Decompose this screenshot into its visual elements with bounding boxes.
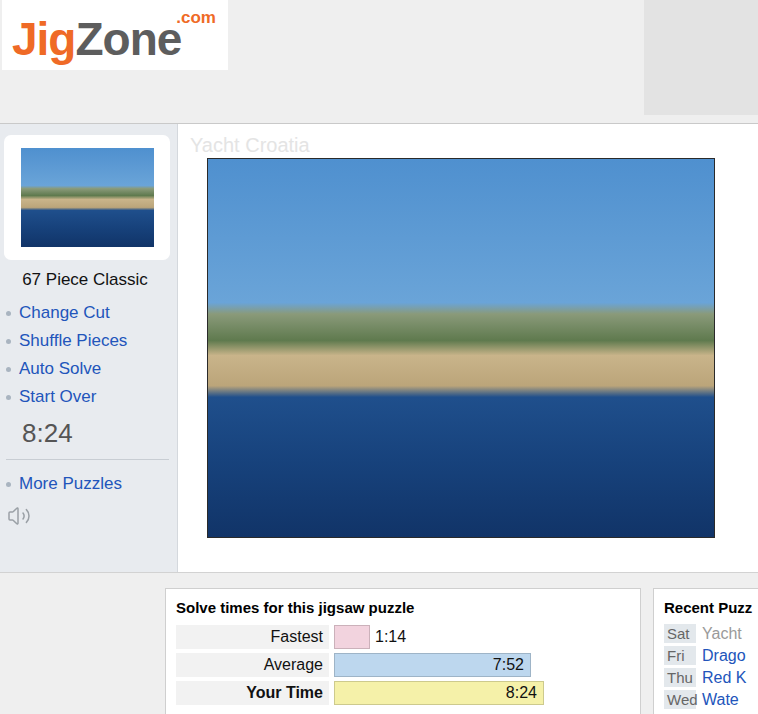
solve-time-row: Fastest 1:14 [176, 625, 630, 649]
time-bar: 7:52 [334, 653, 531, 677]
puzzle-image[interactable] [207, 158, 715, 538]
bullet [6, 395, 11, 400]
recent-title: Recent Puzz [664, 599, 758, 616]
solve-time-label: Your Time [176, 681, 329, 705]
logo-zone: Zone [75, 16, 181, 62]
recent-name[interactable]: Yacht [702, 625, 742, 643]
bar-track: 7:52 [334, 653, 546, 677]
time-value: 7:52 [493, 656, 524, 674]
time-value: 1:14 [375, 628, 406, 646]
action-item[interactable]: Auto Solve [6, 359, 177, 379]
header: JigZone.com [0, 0, 758, 124]
solve-time-row: Average 7:52 [176, 653, 630, 677]
puzzle-area: Yacht Croatia [178, 124, 758, 572]
recent-item[interactable]: Sat Yacht [664, 624, 758, 643]
solve-times-title: Solve times for this jigsaw puzzle [176, 599, 630, 616]
recent-item[interactable]: Thu Red K [664, 668, 758, 687]
action-link[interactable]: Shuffle Pieces [19, 331, 127, 351]
recent-puzzles: Recent Puzz Sat Yacht Fri Drago Thu Red K Wed Wa… [653, 588, 758, 714]
recent-list: Sat Yacht Fri Drago Thu Red K Wed Wate [664, 624, 758, 709]
bullet [6, 482, 11, 487]
action-item[interactable]: Change Cut [6, 303, 177, 323]
thumbnail-card [4, 135, 170, 260]
solve-time-label: Average [176, 653, 329, 677]
recent-name[interactable]: Drago [702, 647, 746, 665]
thumbnail [21, 148, 154, 247]
bullet [6, 367, 11, 372]
bar-track: 1:14 [334, 625, 546, 649]
ad-box [644, 0, 758, 115]
action-link[interactable]: Auto Solve [19, 359, 101, 379]
bar-track: 8:24 [334, 681, 546, 705]
sidebar: 67 Piece Classic Change Cut Shuffle Pieces… [0, 124, 178, 572]
action-item[interactable]: Shuffle Pieces [6, 331, 177, 351]
timer: 8:24 [0, 418, 177, 449]
recent-day: Thu [664, 668, 696, 687]
recent-day: Wed [664, 690, 696, 709]
bottom-panel: Solve times for this jigsaw puzzle Fastes… [0, 572, 758, 714]
action-item[interactable]: Start Over [6, 387, 177, 407]
recent-name[interactable]: Wate [702, 691, 739, 709]
logo[interactable]: JigZone.com [2, 0, 228, 70]
time-value: 8:24 [506, 684, 537, 702]
speaker-icon[interactable] [7, 504, 31, 528]
action-list: Change Cut Shuffle Pieces Auto Solve Start … [0, 303, 177, 407]
piece-count: 67 Piece Classic [0, 270, 170, 290]
puzzle-frame [207, 158, 758, 538]
time-bar: 8:24 [334, 681, 544, 705]
solve-times: Solve times for this jigsaw puzzle Fastes… [165, 588, 641, 714]
link-item[interactable]: More Puzzles [6, 474, 177, 494]
logo-jig: Jig [12, 16, 75, 62]
link-list: More Puzzles [0, 474, 177, 494]
bullet [6, 339, 11, 344]
recent-day: Fri [664, 646, 696, 665]
more-puzzles-link[interactable]: More Puzzles [19, 474, 122, 494]
bullet [6, 311, 11, 316]
content: 67 Piece Classic Change Cut Shuffle Pieces… [0, 124, 758, 572]
solve-time-row: Your Time 8:24 [176, 681, 630, 705]
action-link[interactable]: Start Over [19, 387, 96, 407]
sound-button[interactable] [0, 504, 177, 528]
action-link[interactable]: Change Cut [19, 303, 110, 323]
recent-name[interactable]: Red K [702, 669, 746, 687]
separator [6, 459, 169, 460]
logo-suffix: .com [176, 8, 216, 28]
recent-day: Sat [664, 624, 696, 643]
jigzone-page: JigZone.com 67 Piece Classic Change Cut Shu… [0, 0, 758, 714]
recent-item[interactable]: Wed Wate [664, 690, 758, 709]
solve-time-label: Fastest [176, 625, 329, 649]
solve-times-rows: Fastest 1:14 Average 7:52 Your Time 8:24 [176, 625, 630, 705]
recent-item[interactable]: Fri Drago [664, 646, 758, 665]
puzzle-title: Yacht Croatia [190, 134, 758, 156]
time-bar [334, 625, 370, 649]
